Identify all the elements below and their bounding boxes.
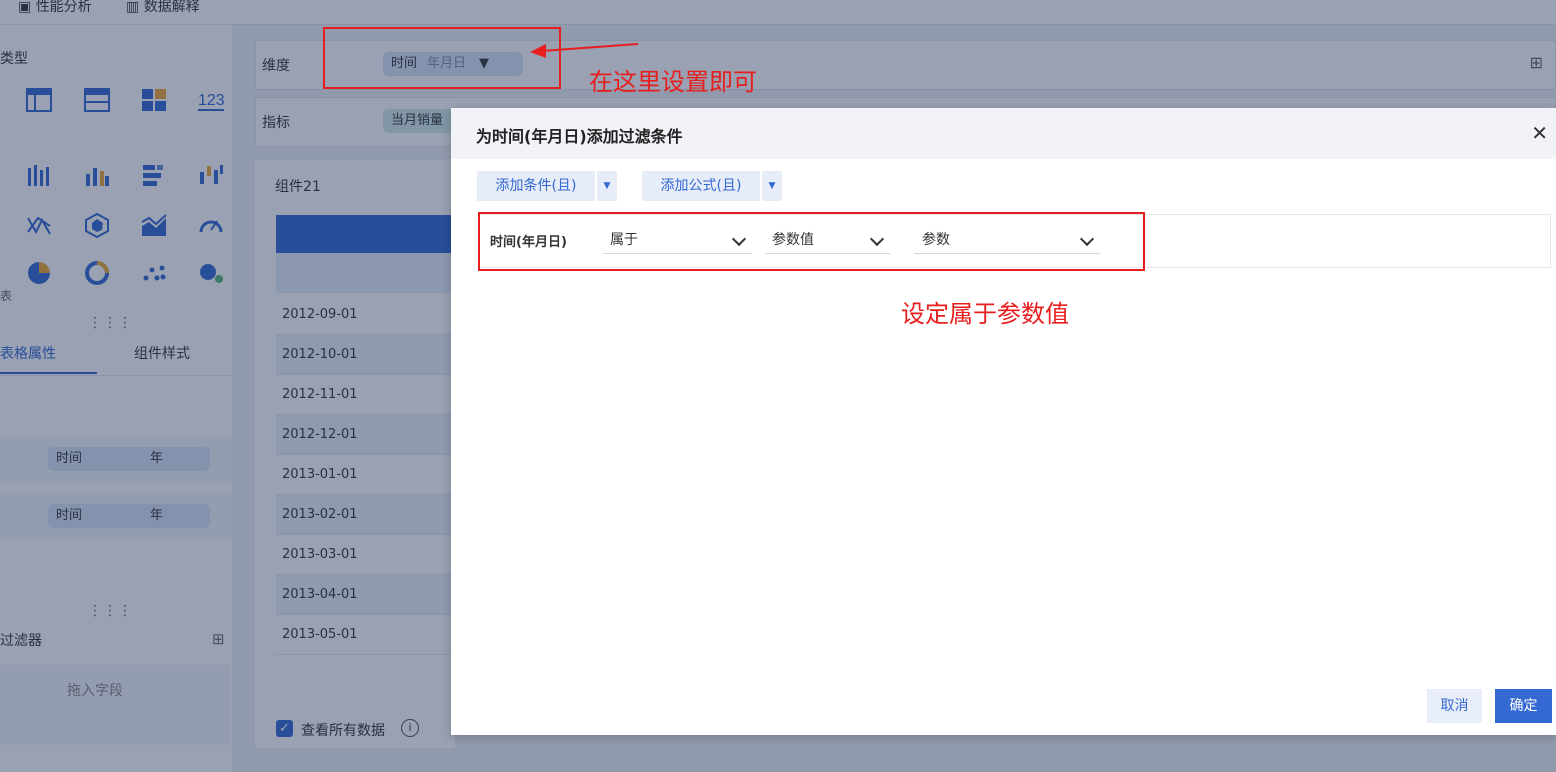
confirm-button[interactable]: 确定 (1495, 689, 1552, 723)
annotation-set-here: 在这里设置即可 (589, 68, 757, 96)
add-formula-button[interactable]: 添加公式(且) (642, 171, 760, 201)
filter-dialog: 为时间(年月日)添加过滤条件 ✕ 添加条件(且) ▼ 添加公式(且) ▼ 时间(… (451, 108, 1556, 735)
close-icon[interactable]: ✕ (1531, 121, 1548, 145)
annotation-box-dimension (323, 27, 561, 89)
dialog-title: 为时间(年月日)添加过滤条件 (476, 127, 683, 146)
annotation-arrow (530, 43, 639, 58)
annotation-set-param: 设定属于参数值 (901, 300, 1069, 328)
annotation-box-condition (478, 212, 1145, 271)
cancel-button[interactable]: 取消 (1427, 689, 1482, 723)
add-condition-dropdown-icon[interactable]: ▼ (597, 171, 617, 201)
add-formula-dropdown-icon[interactable]: ▼ (762, 171, 782, 201)
dialog-header: 为时间(年月日)添加过滤条件 ✕ (451, 108, 1556, 159)
add-condition-button[interactable]: 添加条件(且) (477, 171, 595, 201)
